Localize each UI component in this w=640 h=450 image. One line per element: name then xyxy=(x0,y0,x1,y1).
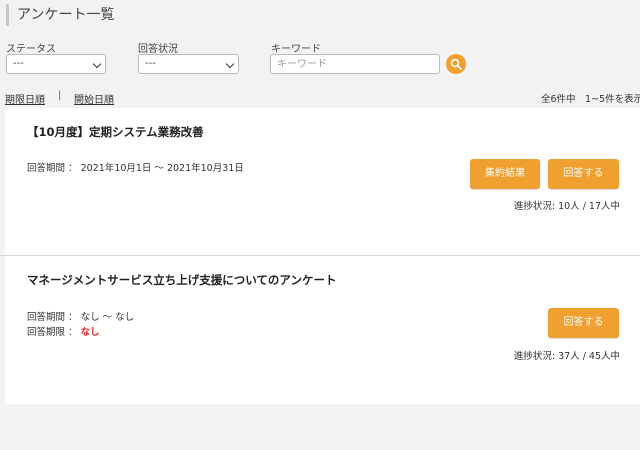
survey-card: 【10月度】定期システム業務改善 回答期間 ： 2021年10月1日 〜 202… xyxy=(5,108,640,255)
survey-title[interactable]: 【10月度】定期システム業務改善 xyxy=(27,124,204,140)
survey-period: 回答期間 ： 2021年10月1日 〜 2021年10月31日 xyxy=(27,160,244,174)
status-filter-label: ステータス xyxy=(6,44,56,55)
survey-card: マネージメントサービス立ち上げ支援についてのアンケート 回答期間 ： なし 〜 … xyxy=(5,256,640,404)
period-value: なし 〜 なし xyxy=(80,312,135,323)
period-colon: ： xyxy=(68,312,78,323)
period-value: 2021年10月1日 〜 2021年10月31日 xyxy=(80,163,244,174)
deadline-colon: ： xyxy=(68,327,78,338)
search-button[interactable] xyxy=(446,54,466,74)
status-select-value: --- xyxy=(13,58,24,69)
search-icon xyxy=(450,58,462,70)
answer-status-filter-label: 回答状況 xyxy=(138,44,178,55)
deadline-value: なし xyxy=(80,327,100,338)
status-select[interactable]: --- xyxy=(6,54,106,74)
deadline-label: 回答期限 xyxy=(27,327,66,338)
answer-status-select[interactable]: --- xyxy=(138,54,239,74)
chevron-down-icon xyxy=(92,59,102,69)
sort-by-deadline-link[interactable]: 期限日順 xyxy=(5,91,45,106)
progress-status: 進捗状況: 10人 / 17人中 xyxy=(513,201,620,212)
page-title: アンケート一覧 xyxy=(6,4,114,26)
survey-deadline: 回答期限 ： なし xyxy=(27,324,100,338)
keyword-filter-label: キーワード xyxy=(271,44,321,55)
answer-status-select-value: --- xyxy=(145,58,156,69)
chevron-down-icon xyxy=(225,59,235,69)
survey-period: 回答期間 ： なし 〜 なし xyxy=(27,309,134,323)
summary-results-button[interactable]: 集約結果 xyxy=(470,159,540,189)
answer-button[interactable]: 回答する xyxy=(548,308,619,338)
sort-separator: | xyxy=(58,90,62,101)
answer-button[interactable]: 回答する xyxy=(548,159,619,189)
keyword-input[interactable] xyxy=(270,54,440,74)
period-label: 回答期間 xyxy=(27,163,66,174)
progress-status: 進捗状況: 37人 / 45人中 xyxy=(513,351,620,362)
period-label: 回答期間 xyxy=(27,312,66,323)
result-count: 全6件中 1~5件を表示 xyxy=(541,94,640,105)
period-colon: ： xyxy=(68,163,78,174)
sort-by-start-link[interactable]: 開始日順 xyxy=(74,91,114,106)
survey-title[interactable]: マネージメントサービス立ち上げ支援についてのアンケート xyxy=(27,272,336,288)
